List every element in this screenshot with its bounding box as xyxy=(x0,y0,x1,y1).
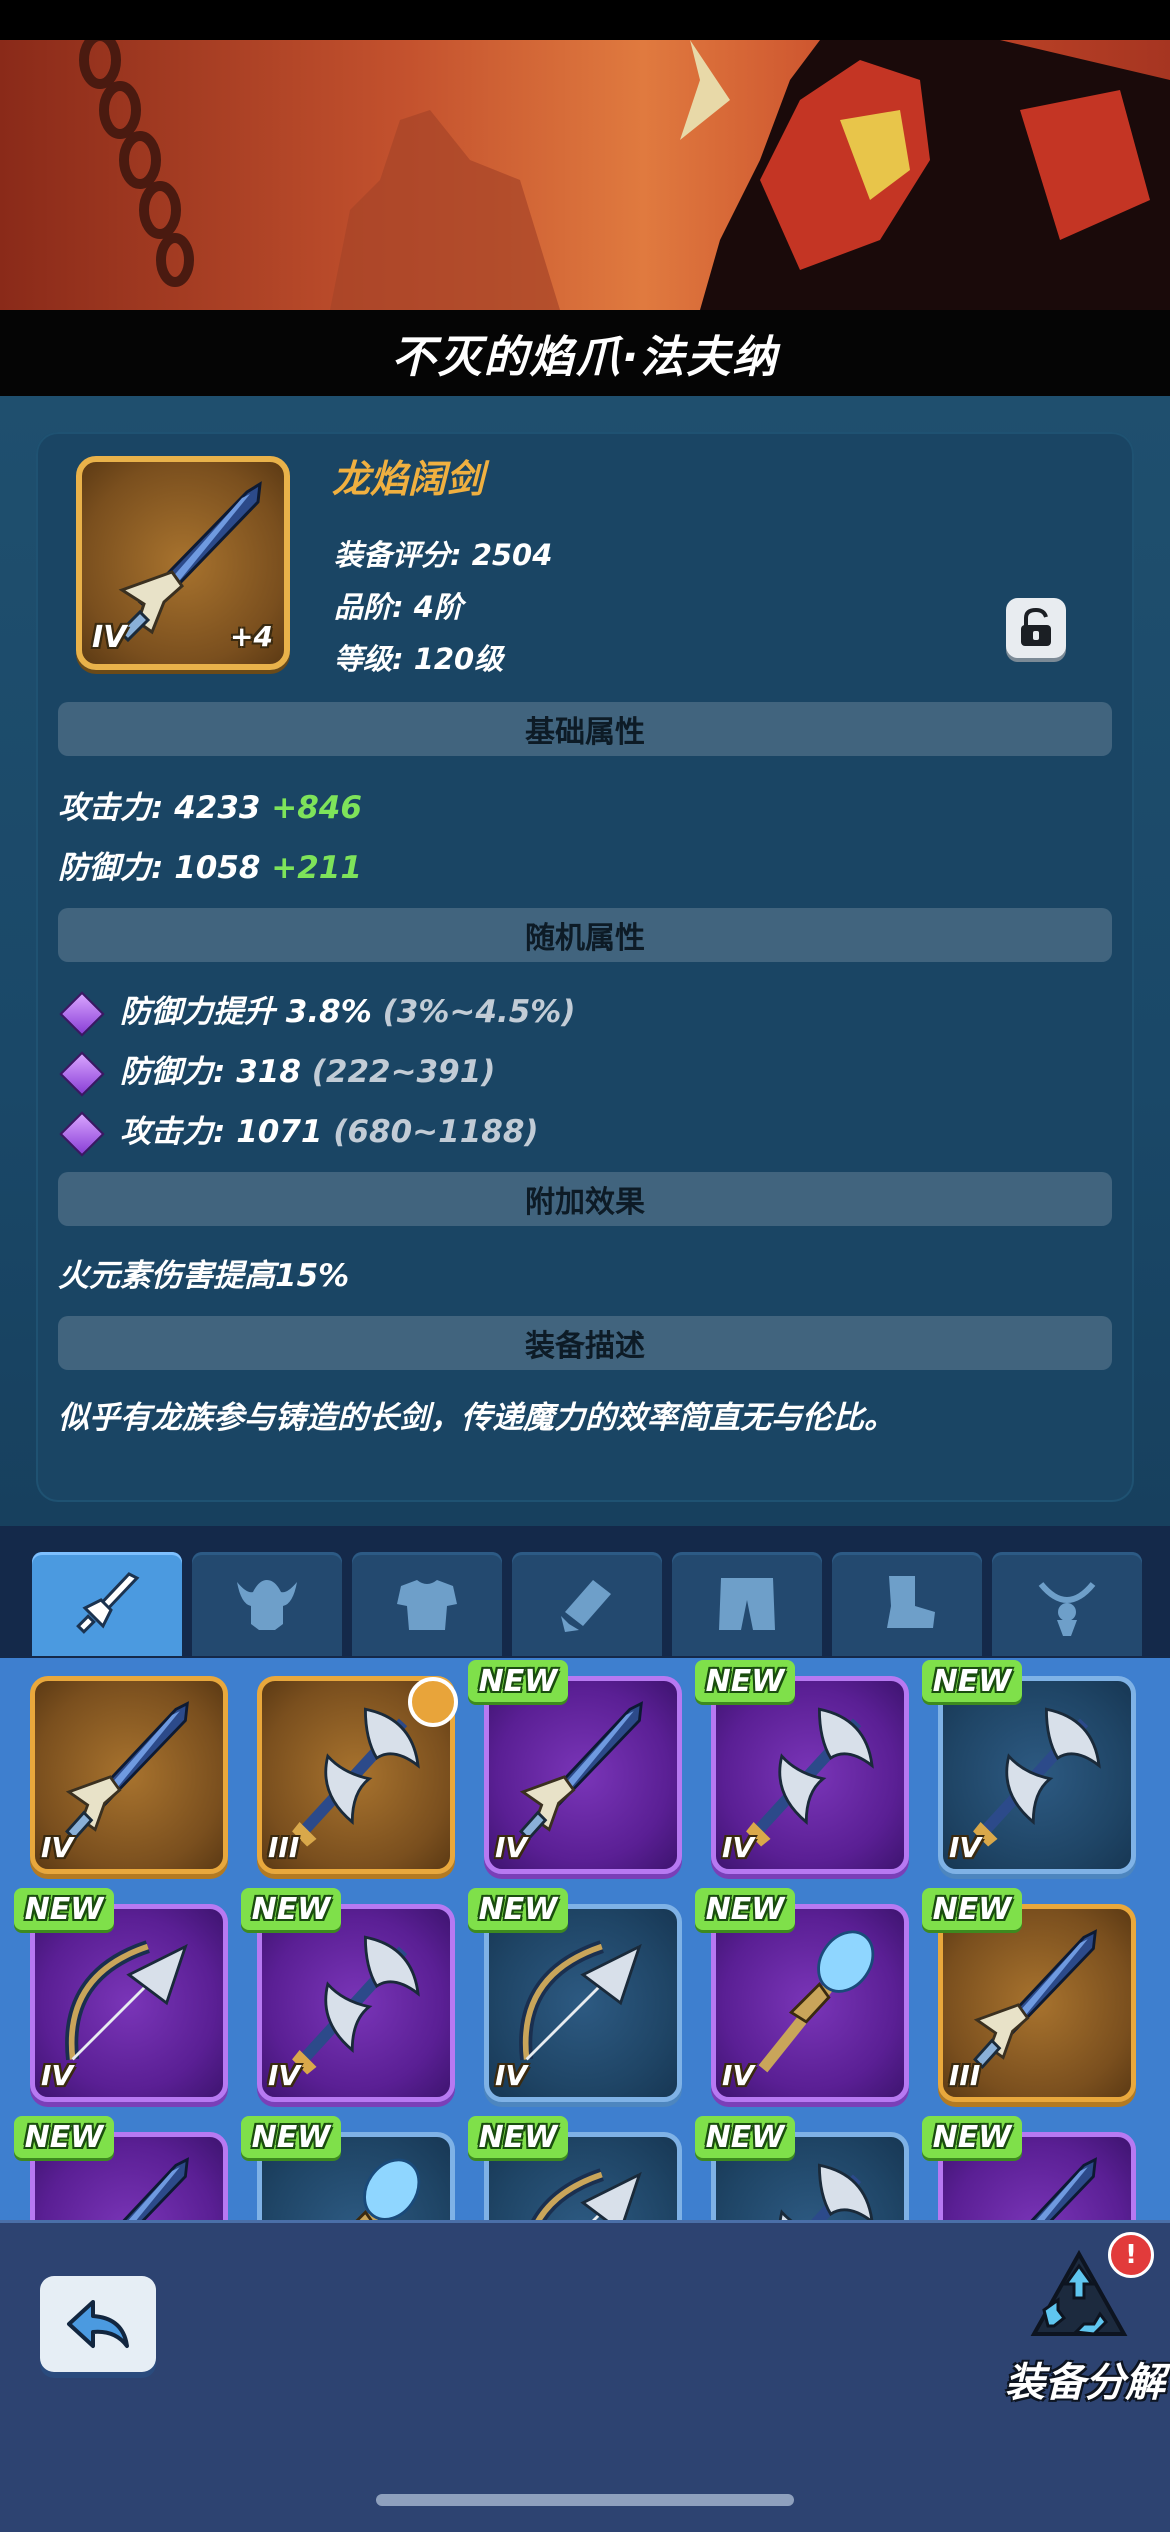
new-badge: NEW xyxy=(241,1888,341,1930)
new-badge: NEW xyxy=(695,2116,795,2158)
tier-label: IV xyxy=(92,620,127,655)
inventory-item[interactable]: IV xyxy=(30,1904,228,2102)
tier-label: IV xyxy=(722,2059,755,2092)
item-rank: 品阶: 4阶 xyxy=(334,590,463,624)
new-badge: NEW xyxy=(14,1888,114,1930)
boots-icon xyxy=(887,1576,935,1628)
stat-bonus: +846 xyxy=(271,790,362,826)
tab-bracer[interactable] xyxy=(512,1552,662,1656)
inventory-item[interactable]: IV xyxy=(711,1904,909,2102)
stat-label: 攻击力: 4233 xyxy=(58,790,261,826)
tab-helmet[interactable] xyxy=(192,1552,342,1656)
lock-button[interactable] xyxy=(1006,598,1066,658)
random-stat-1: 防御力提升 3.8% (3%~4.5%) xyxy=(58,986,576,1037)
inventory-item[interactable]: IV xyxy=(484,1676,682,1874)
inventory-item[interactable]: IV xyxy=(938,1676,1136,1874)
new-badge: NEW xyxy=(468,1888,568,1930)
new-badge: NEW xyxy=(695,1660,795,1702)
section-header-base: 基础属性 xyxy=(58,702,1112,756)
plus-level: +4 xyxy=(230,620,273,653)
equipment-icon: IV +4 xyxy=(76,456,290,670)
tier-label: IV xyxy=(268,2059,301,2092)
bracer-icon xyxy=(561,1580,611,1632)
tier-label: IV xyxy=(495,2059,528,2092)
inventory-item[interactable]: IV xyxy=(257,1904,455,2102)
tab-weapon[interactable] xyxy=(32,1552,182,1656)
sword-icon xyxy=(76,1572,140,1634)
new-badge: NEW xyxy=(922,1888,1022,1930)
random-stat-2: 防御力: 318 (222~391) xyxy=(58,1046,496,1097)
notification-badge: ! xyxy=(1108,2232,1154,2278)
tier-label: IV xyxy=(495,1831,528,1864)
section-header-description: 装备描述 xyxy=(58,1316,1112,1370)
tab-necklace[interactable] xyxy=(992,1552,1142,1656)
inventory-item[interactable]: III xyxy=(257,1676,458,1874)
new-badge: NEW xyxy=(922,1660,1022,1702)
inventory-grid: IV III IV NEW IV NEW IV NEW IV NEW IV NEW IV NEW IV NEW… xyxy=(0,1658,1170,2220)
equipped-avatar-icon xyxy=(408,1677,458,1727)
bottom-bar xyxy=(0,2220,1170,2532)
tab-boots[interactable] xyxy=(832,1552,982,1656)
stat-label: 攻击力: 1071 xyxy=(120,1114,323,1150)
stat-range: (680~1188) xyxy=(333,1114,539,1150)
hero-title-bar: 不灭的焰爪·法夫纳 xyxy=(0,310,1170,396)
back-arrow-icon xyxy=(67,2300,129,2348)
diamond-icon xyxy=(59,1110,105,1157)
stat-label: 防御力: 1058 xyxy=(58,850,261,886)
inventory-item[interactable]: IV xyxy=(484,1904,682,2102)
tier-label: IV xyxy=(949,1831,982,1864)
armor-icon xyxy=(397,1580,457,1630)
status-bar xyxy=(0,0,1170,40)
base-stat-attack: 攻击力: 4233 +846 xyxy=(58,782,362,827)
stat-label: 防御力提升 3.8% xyxy=(120,994,372,1030)
pants-icon xyxy=(719,1578,775,1630)
new-badge: NEW xyxy=(14,2116,114,2158)
base-stat-defense: 防御力: 1058 +211 xyxy=(58,842,362,887)
new-badge: NEW xyxy=(468,2116,568,2158)
stat-range: (3%~4.5%) xyxy=(382,994,576,1030)
new-badge: NEW xyxy=(468,1660,568,1702)
item-name: 龙焰阔剑 xyxy=(332,457,485,501)
section-header-random: 随机属性 xyxy=(58,908,1112,962)
inventory-item[interactable]: III xyxy=(938,1904,1136,2102)
hero-title: 不灭的焰爪·法夫纳 xyxy=(391,332,779,383)
stat-range: (222~391) xyxy=(311,1054,496,1090)
tier-label: III xyxy=(949,2059,981,2092)
hero-banner-art xyxy=(0,40,1170,310)
tier-label: IV xyxy=(722,1831,755,1864)
unlock-icon xyxy=(1021,608,1051,646)
dismantle-label: 装备分解 xyxy=(1005,2360,1165,2406)
inventory-item[interactable]: IV xyxy=(711,1676,909,1874)
item-score: 装备评分: 2504 xyxy=(334,538,553,572)
tab-armor[interactable] xyxy=(352,1552,502,1656)
new-badge: NEW xyxy=(922,2116,1022,2158)
tab-pants[interactable] xyxy=(672,1552,822,1656)
diamond-icon xyxy=(59,1050,105,1097)
random-stat-3: 攻击力: 1071 (680~1188) xyxy=(58,1106,539,1157)
home-indicator xyxy=(376,2494,794,2506)
section-header-extra: 附加效果 xyxy=(58,1172,1112,1226)
item-description: 似乎有龙族参与铸造的长剑，传递魔力的效率简直无与伦比。 xyxy=(58,1400,895,1436)
new-badge: NEW xyxy=(695,1888,795,1930)
tier-label: IV xyxy=(41,2059,74,2092)
item-level: 等级: 120级 xyxy=(334,642,504,676)
inventory-item[interactable]: IV xyxy=(30,1676,228,1874)
tier-label: III xyxy=(268,1831,300,1864)
stat-bonus: +211 xyxy=(271,850,362,886)
new-badge: NEW xyxy=(241,2116,341,2158)
stat-label: 防御力: 318 xyxy=(120,1054,301,1090)
necklace-icon xyxy=(1038,1582,1096,1636)
diamond-icon xyxy=(59,990,105,1037)
helmet-icon xyxy=(237,1580,297,1630)
back-button[interactable] xyxy=(40,2276,156,2372)
tier-label: IV xyxy=(41,1831,74,1864)
extra-effect: 火元素伤害提高15% xyxy=(58,1258,350,1294)
